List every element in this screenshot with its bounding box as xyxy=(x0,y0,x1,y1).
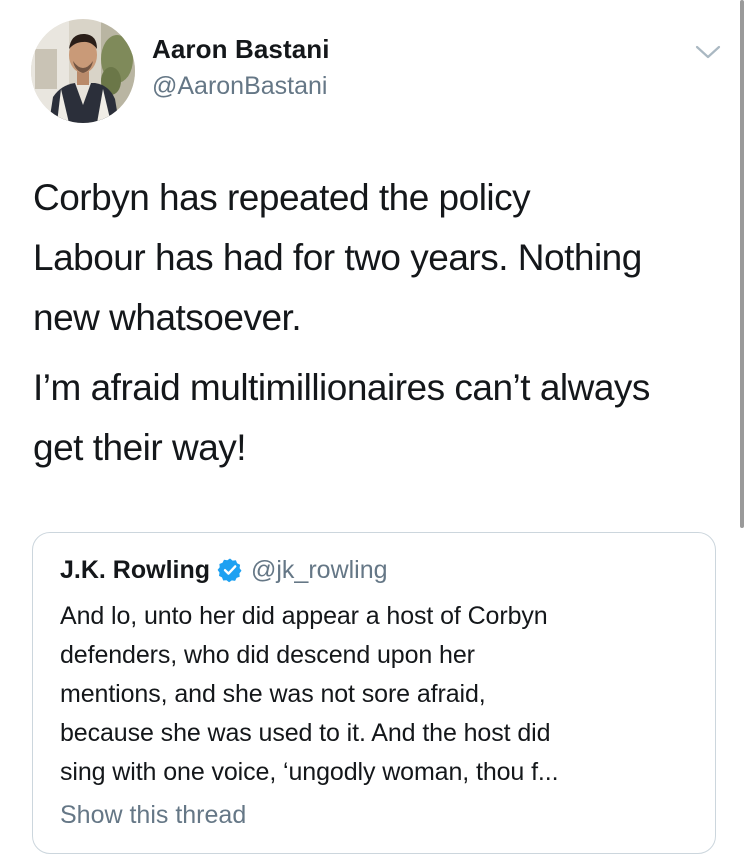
avatar-photo xyxy=(31,19,135,123)
quoted-tweet-line: because she was used to it. And the host… xyxy=(60,719,551,747)
author-display-name[interactable]: Aaron Bastani xyxy=(152,34,330,65)
quoted-tweet-line: And lo, unto her did appear a host of Co… xyxy=(60,602,548,630)
tweet-line: I’m afraid multimillionaires can’t alway… xyxy=(33,367,650,408)
chevron-down-icon[interactable] xyxy=(694,42,722,62)
quoted-tweet-header: J.K. Rowling @jk_rowling xyxy=(60,553,388,587)
tweet-paragraph: I’m afraid multimillionaires can’t alway… xyxy=(33,358,733,478)
author-avatar[interactable] xyxy=(31,19,135,123)
tweet-line: Corbyn has repeated the policy xyxy=(33,177,531,218)
quoted-tweet-line: mentions, and she was not sore afraid, xyxy=(60,680,486,708)
author-handle[interactable]: @AaronBastani xyxy=(152,72,327,101)
tweet-text: Corbyn has repeated the policy Labour ha… xyxy=(33,168,733,478)
verified-badge-icon xyxy=(217,557,243,583)
tweet-line: new whatsoever. xyxy=(33,297,302,338)
show-thread-link[interactable]: Show this thread xyxy=(60,801,246,830)
quoted-tweet-line: defenders, who did descend upon her xyxy=(60,641,475,669)
quoted-author-handle: @jk_rowling xyxy=(251,555,388,584)
tweet-line: Labour has had for two years. Nothing xyxy=(33,237,642,278)
tweet-paragraph: Corbyn has repeated the policy Labour ha… xyxy=(33,168,733,348)
quoted-tweet-card[interactable]: J.K. Rowling @jk_rowling And lo, unto he… xyxy=(32,532,716,854)
scrollbar[interactable] xyxy=(740,0,744,528)
quoted-author-name: J.K. Rowling xyxy=(60,555,210,584)
tweet-line: get their way! xyxy=(33,427,247,468)
quoted-tweet-text: And lo, unto her did appear a host of Co… xyxy=(60,597,700,792)
quoted-tweet-line: sing with one voice, ‘ungodly woman, tho… xyxy=(60,758,559,786)
